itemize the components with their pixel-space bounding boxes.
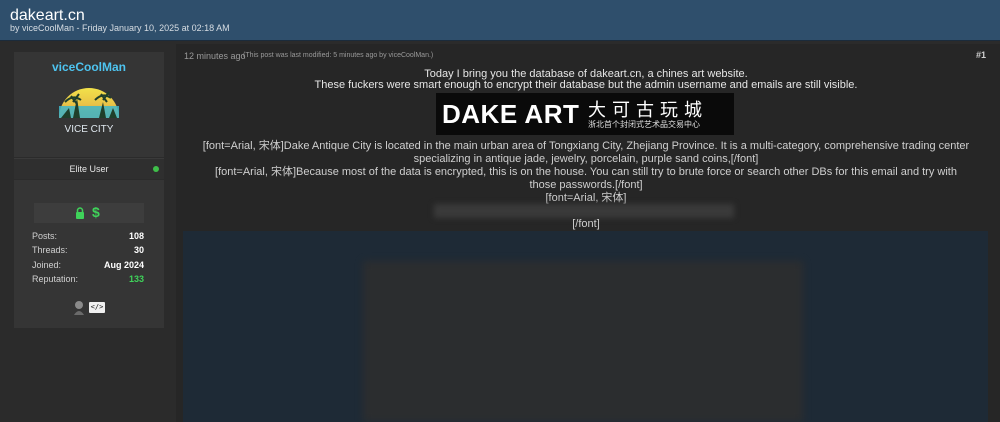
stat-value[interactable]: 30 [134,245,144,255]
stat-joined: Joined: Aug 2024 [32,260,144,274]
stat-threads: Threads: 30 [32,245,144,259]
code-award-icon: </> [89,302,105,313]
logo-cn-subtext: 浙北首个封闭式艺术品交易中心 [588,120,700,129]
award-icons: </> [72,300,112,316]
dakeart-logo: DAKE ART 大可古玩城 浙北首个封闭式艺术品交易中心 [436,93,734,135]
stat-posts: Posts: 108 [32,231,144,245]
post-line-2: These fuckers were smart enough to encry… [314,79,858,91]
stat-label: Posts: [32,231,58,241]
post-time[interactable]: 12 minutes ago [184,51,246,61]
post-line-6: those passwords.[/font] [529,179,643,191]
post-number[interactable]: #1 [976,50,986,60]
thread-byline: by viceCoolMan - Friday January 10, 2025… [10,23,230,33]
badge-strip: $ [34,203,144,223]
avatar[interactable]: VICE CITY [51,84,127,140]
post-line-5: [font=Arial, 宋体]Because most of the data… [215,166,957,178]
post-line-7: [font=Arial, 宋体] [545,192,627,204]
stat-value[interactable]: 108 [129,231,144,241]
user-title-row: Elite User [14,158,164,179]
stat-value: Aug 2024 [103,260,144,270]
stat-label: Threads: [32,245,68,255]
stat-reputation: Reputation: 133 [32,274,144,288]
post-line-4: specializing in antique jade, jewelry, p… [413,153,759,165]
redacted-table [363,261,803,422]
lock-icon [76,207,84,219]
stat-label: Reputation: [32,274,79,284]
post-body: 12 minutes ago (This post was last modif… [176,44,1000,422]
redacted-screenshot [183,231,988,422]
stat-label: Joined: [32,260,62,270]
dollar-icon: $ [92,204,100,220]
post-edited-note: (This post was last modified: 5 minutes … [243,52,434,59]
stat-value[interactable]: 133 [129,274,144,284]
thread-header: dakeart.cn by viceCoolMan - Friday Janua… [0,0,1000,41]
user-profile-card: viceCoolMan VICE CITY [14,52,164,157]
username-link[interactable]: viceCoolMan [14,60,164,74]
redacted-text [434,204,734,218]
post-line-3: [font=Arial, 宋体]Dake Antique City is loc… [202,140,970,152]
logo-main-text: DAKE ART [442,99,580,129]
post-line-8: [/font] [572,218,600,230]
avatar-text: VICE CITY [65,124,114,135]
online-status-icon [153,166,159,172]
user-award-icon [74,301,84,315]
user-title: Elite User [69,164,109,174]
user-stats-panel: $ Posts: 108 Threads: 30 Joined: Aug 202… [14,180,164,328]
